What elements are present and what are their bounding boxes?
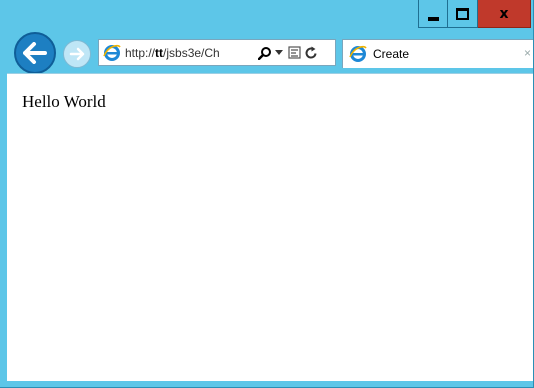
close-icon: x [499, 5, 509, 22]
dropdown-button[interactable] [273, 42, 285, 64]
forward-button[interactable] [63, 40, 91, 68]
close-button[interactable]: x [478, 0, 531, 28]
back-arrow-icon [23, 42, 47, 64]
caption-buttons: x [418, 0, 531, 28]
ie-logo-icon [101, 42, 123, 64]
url-prefix: http:// [125, 45, 156, 60]
tab-favicon-icon [347, 43, 369, 65]
tab-create[interactable]: Create × [342, 39, 534, 68]
maximize-icon [456, 7, 469, 20]
maximize-button[interactable] [448, 0, 478, 28]
url-text[interactable]: http://tt/jsbs3e/Ch [125, 46, 253, 60]
back-button[interactable] [14, 32, 56, 74]
compatibility-view-icon [287, 46, 301, 59]
minimize-button[interactable] [418, 0, 448, 28]
refresh-button[interactable] [303, 42, 319, 64]
forward-arrow-icon [69, 47, 85, 61]
compatibility-view-button[interactable] [285, 42, 303, 64]
page-content: Hello World [7, 73, 533, 381]
address-tools [257, 42, 319, 64]
chevron-down-icon [275, 50, 283, 55]
tab-title: Create [373, 47, 410, 61]
url-host: tt [155, 45, 164, 60]
browser-window: x http://tt/jsbs3e/Ch Create × Hello Wor… [0, 0, 534, 388]
minimize-icon [427, 16, 439, 21]
tab-close-icon[interactable]: × [524, 46, 531, 60]
search-icon [258, 46, 271, 60]
address-bar[interactable]: http://tt/jsbs3e/Ch [98, 39, 336, 66]
page-text: Hello World [22, 92, 106, 111]
search-button[interactable] [257, 42, 273, 64]
url-path: /jsbs3e/Ch [163, 45, 220, 60]
refresh-icon [305, 46, 316, 59]
